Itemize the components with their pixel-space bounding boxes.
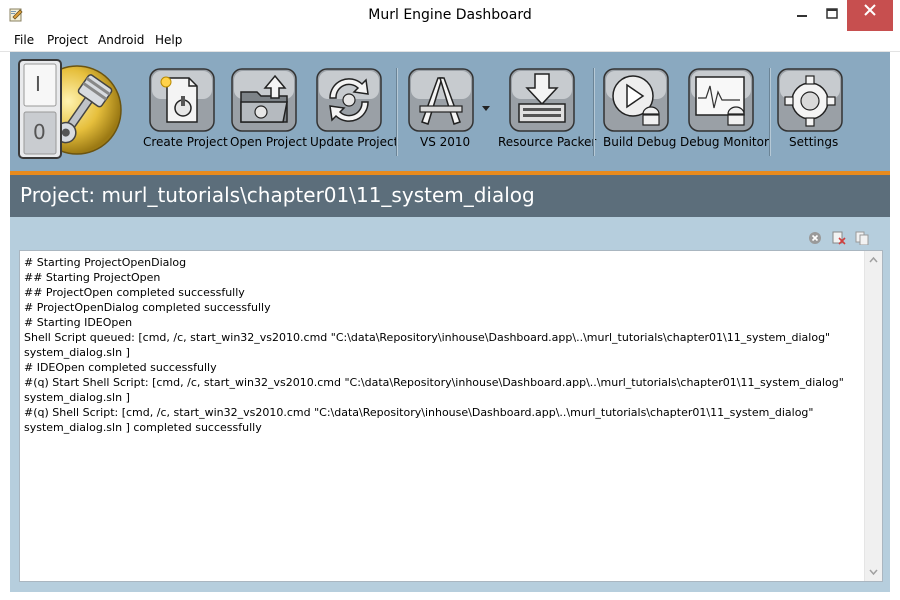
- menu-project[interactable]: Project: [47, 33, 88, 47]
- menu-file[interactable]: File: [14, 33, 34, 47]
- maximize-button[interactable]: [818, 0, 846, 31]
- menu-bar: File Project Android Help: [0, 31, 900, 52]
- project-header: Project: murl_tutorials\chapter01\11_sys…: [10, 175, 890, 217]
- log-scrollbar[interactable]: [864, 251, 882, 581]
- engine-logo: I 0: [17, 58, 129, 162]
- log-text: # Starting ProjectOpenDialog ## Starting …: [24, 255, 862, 435]
- open-project-label[interactable]: Open Project: [230, 135, 307, 149]
- piston-logo-icon: [18, 59, 122, 159]
- project-title: Project: murl_tutorials\chapter01\11_sys…: [20, 183, 535, 207]
- log-line: # IDEOpen completed successfully: [24, 361, 217, 374]
- title-bar: Murl Engine Dashboard: [0, 0, 900, 31]
- log-line: system_dialog.sln ]: [24, 391, 130, 404]
- update-refresh-icon: [316, 68, 382, 132]
- log-line: # ProjectOpenDialog completed successful…: [24, 301, 271, 314]
- log-panel: # Starting ProjectOpenDialog ## Starting …: [10, 217, 890, 592]
- scroll-up-icon[interactable]: [865, 253, 882, 267]
- minimize-icon: [797, 15, 807, 17]
- debug-monitor-label[interactable]: Debug Monitor: [680, 135, 769, 149]
- log-line: Shell Script queued: [cmd, /c, start_win…: [24, 331, 831, 344]
- log-output[interactable]: # Starting ProjectOpenDialog ## Starting …: [19, 250, 883, 582]
- minimize-button[interactable]: [788, 0, 816, 31]
- open-folder-icon: [231, 68, 297, 132]
- resource-packer-icon: [509, 68, 575, 132]
- log-line: #(q) Shell Script: [cmd, /c, start_win32…: [24, 406, 814, 419]
- log-line: # Starting ProjectOpenDialog: [24, 256, 187, 269]
- toolbar-separator: [396, 68, 398, 156]
- log-line: #(q) Start Shell Script: [cmd, /c, start…: [24, 376, 844, 389]
- log-line: ## Starting ProjectOpen: [24, 271, 161, 284]
- window-title: Murl Engine Dashboard: [368, 7, 532, 23]
- monitor-android-icon: [688, 68, 754, 132]
- play-android-icon: [603, 68, 669, 132]
- clear-log-icon[interactable]: [832, 231, 846, 245]
- toolbar: I 0 Create Project Open Project Update P…: [10, 52, 890, 171]
- menu-help[interactable]: Help: [155, 33, 182, 47]
- update-project-label[interactable]: Update Project: [310, 135, 398, 149]
- toolbar-separator: [593, 68, 595, 156]
- settings-label[interactable]: Settings: [789, 135, 838, 149]
- close-icon: [864, 4, 876, 16]
- log-line: ## ProjectOpen completed successfully: [24, 286, 245, 299]
- close-button[interactable]: [847, 0, 893, 31]
- power-off-label[interactable]: 0: [33, 120, 46, 144]
- build-debug-label[interactable]: Build Debug: [603, 135, 676, 149]
- create-project-label[interactable]: Create Project: [143, 135, 228, 149]
- vs-dropdown-arrow-icon[interactable]: [482, 106, 490, 112]
- menu-android[interactable]: Android: [98, 33, 144, 47]
- gear-icon: [777, 68, 843, 132]
- log-line: system_dialog.sln ] completed successful…: [24, 421, 262, 434]
- scroll-down-icon[interactable]: [865, 565, 882, 579]
- resource-packer-label[interactable]: Resource Packer: [498, 135, 596, 149]
- toolbar-separator: [769, 68, 771, 156]
- maximize-icon: [826, 8, 838, 19]
- create-project-icon: [149, 68, 215, 132]
- vs2010-label[interactable]: VS 2010: [420, 135, 470, 149]
- vs-compass-icon: [408, 68, 474, 132]
- stop-icon[interactable]: [808, 231, 822, 245]
- copy-log-icon[interactable]: [855, 231, 869, 245]
- log-line: # Starting IDEOpen: [24, 316, 133, 329]
- log-line: system_dialog.sln ]: [24, 346, 130, 359]
- power-on-label[interactable]: I: [35, 72, 41, 96]
